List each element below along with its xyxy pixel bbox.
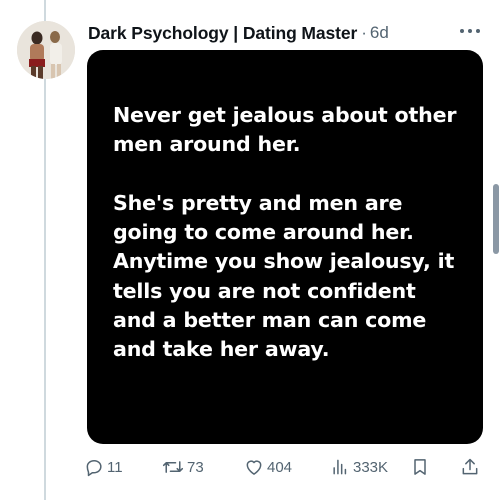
media-line: and a better man can come (113, 308, 427, 333)
media-text: Never get jealous about other men around… (113, 101, 469, 365)
views-count: 333K (353, 458, 389, 476)
heart-icon (244, 457, 264, 477)
bookmark-button[interactable] (410, 452, 430, 482)
avatar[interactable] (17, 21, 75, 79)
author-name[interactable]: Dark Psychology | Dating Master (88, 23, 357, 44)
media-line: and take her away. (113, 337, 330, 362)
action-bar: 11 73 404 333K (84, 452, 484, 482)
post-header: Dark Psychology | Dating Master · 6d (88, 20, 480, 46)
media-line: tells you are not confident (113, 278, 416, 303)
post-media-image[interactable]: Never get jealous about other men around… (87, 50, 483, 444)
media-line: Never get jealous about other (113, 103, 457, 127)
repost-count: 73 (187, 458, 204, 476)
media-line: Anytime you show jealousy, it (113, 249, 455, 274)
like-button[interactable]: 404 (244, 452, 292, 482)
media-line: men around her. (113, 132, 301, 157)
views-button[interactable]: 333K (330, 452, 388, 482)
repost-button[interactable]: 73 (162, 452, 204, 482)
media-line: going to come around her. (113, 220, 414, 245)
media-line: She's pretty and men are (113, 190, 403, 215)
share-button[interactable] (460, 452, 480, 482)
separator-dot: · (361, 23, 367, 42)
more-icon[interactable] (456, 21, 484, 41)
reply-count: 11 (107, 458, 123, 476)
post-time[interactable]: 6d (370, 23, 389, 43)
reply-button[interactable]: 11 (84, 452, 123, 482)
repost-icon (162, 457, 184, 477)
share-icon (460, 457, 480, 477)
reply-icon (84, 457, 104, 477)
views-icon (330, 457, 350, 477)
like-count: 404 (267, 458, 293, 476)
scrollbar-thumb[interactable] (493, 184, 499, 254)
bookmark-icon (410, 457, 430, 477)
